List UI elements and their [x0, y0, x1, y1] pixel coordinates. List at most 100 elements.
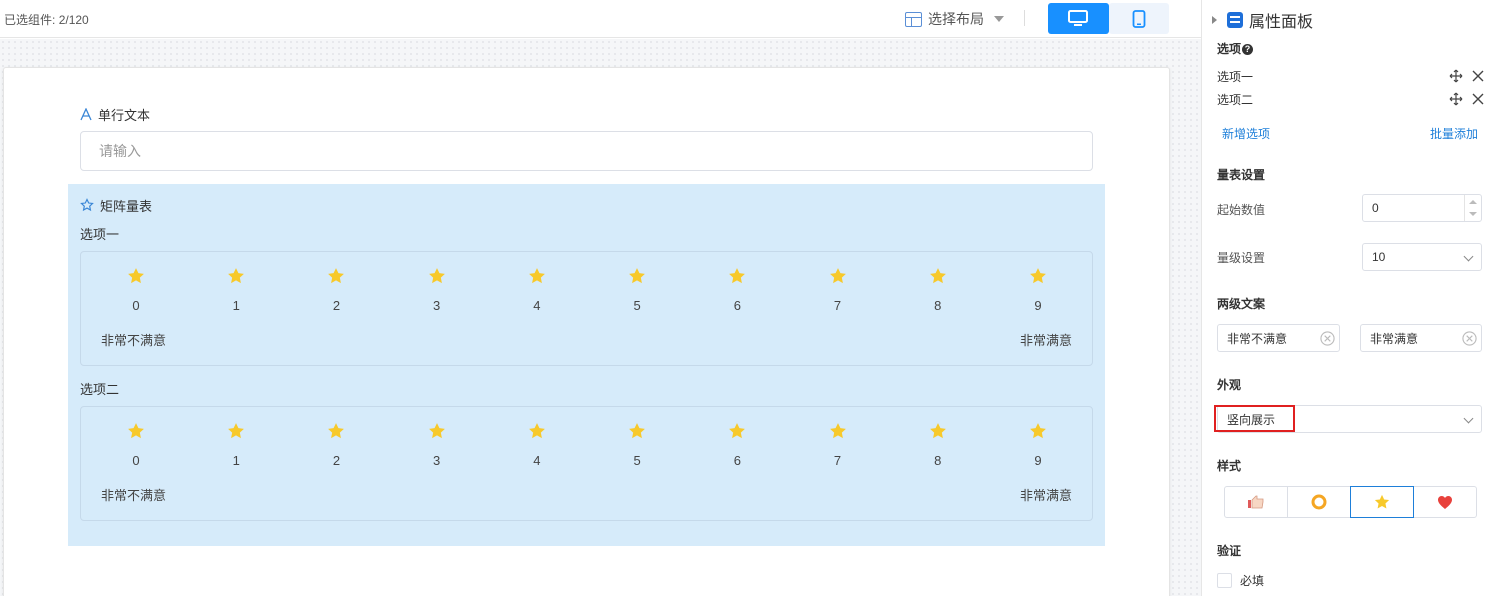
scale-option[interactable]: 3 — [422, 421, 452, 468]
star-icon — [328, 423, 345, 439]
star-icon — [528, 268, 545, 284]
panel-title: 属性面板 — [1249, 14, 1314, 31]
start-value-input[interactable]: 0 — [1362, 194, 1482, 222]
star-icon — [128, 268, 144, 284]
scale-option[interactable]: 1 — [221, 266, 251, 313]
drag-handle-icon[interactable] — [1449, 92, 1463, 106]
star-icon — [729, 423, 746, 439]
clear-icon[interactable] — [1462, 331, 1477, 346]
matrix-scale-field[interactable]: 矩阵量表 选项一 0 1 2 3 4 5 6 7 8 9 非常不满意 非常满意 选项二 0 1 2 3 4… — [68, 184, 1105, 546]
scale-option[interactable]: 8 — [923, 266, 953, 313]
scale-value: 3 — [433, 298, 441, 313]
batch-add-link[interactable]: 批量添加 — [1430, 125, 1478, 142]
appearance-select[interactable]: 竖向展示 — [1217, 405, 1482, 433]
scale-option[interactable]: 7 — [823, 266, 853, 313]
required-checkbox[interactable] — [1217, 573, 1232, 588]
scale-option[interactable]: 1 — [221, 421, 251, 468]
star-icon — [829, 268, 846, 284]
scale-option[interactable]: 5 — [622, 266, 652, 313]
high-text-input[interactable]: 非常满意 — [1360, 324, 1482, 352]
scale-value: 7 — [833, 453, 842, 468]
option-label: 选项二 — [1217, 92, 1254, 107]
drag-handle-icon[interactable] — [1449, 69, 1463, 83]
selected-components-count: 已选组件: 2/120 — [4, 11, 89, 28]
star-icon — [629, 268, 646, 284]
mobile-view-button[interactable] — [1108, 3, 1169, 34]
scale-value: 0 — [132, 453, 140, 468]
scale-value: 5 — [633, 453, 641, 468]
scale-option[interactable]: 9 — [1023, 421, 1053, 468]
text-input[interactable]: 请输入 — [80, 131, 1093, 171]
level-select[interactable]: 10 — [1362, 243, 1482, 271]
scale-option[interactable]: 5 — [622, 421, 652, 468]
caret-down-icon — [994, 16, 1004, 22]
spin-down-icon[interactable] — [1469, 212, 1477, 216]
style-title: 样式 — [1217, 459, 1242, 473]
star-icon — [929, 423, 946, 439]
scale-option[interactable]: 6 — [722, 266, 752, 313]
star-icon — [929, 268, 946, 284]
scale-option[interactable]: 0 — [121, 266, 151, 313]
scale-value: 5 — [633, 298, 641, 313]
scale-option[interactable]: 4 — [522, 266, 552, 313]
add-option-link[interactable]: 新增选项 — [1222, 125, 1270, 142]
star-icon — [1030, 423, 1046, 439]
star-icon — [1374, 494, 1390, 509]
scale-option[interactable]: 7 — [823, 421, 853, 468]
high-text-value: 非常满意 — [1370, 331, 1419, 346]
close-icon[interactable] — [1471, 92, 1485, 106]
matrix-field-label-text: 矩阵量表 — [100, 198, 153, 214]
style-ring-button[interactable] — [1287, 486, 1351, 518]
layout-select[interactable]: 选择布局 — [905, 9, 1004, 29]
ring-icon — [1311, 494, 1327, 510]
clear-icon[interactable] — [1320, 331, 1335, 346]
selected-value: 2/120 — [58, 13, 89, 27]
star-outline-icon — [80, 198, 94, 212]
scale-option[interactable]: 3 — [422, 266, 452, 313]
option-item: 选项二 — [1217, 90, 1485, 108]
scale-option[interactable]: 8 — [923, 421, 953, 468]
scale-option[interactable]: 4 — [522, 421, 552, 468]
spin-up-icon[interactable] — [1469, 200, 1477, 204]
start-value-text: 0 — [1372, 201, 1379, 215]
panel-header[interactable]: 属性面板 — [1212, 8, 1313, 32]
star-icon — [729, 268, 746, 284]
required-checkbox-row[interactable]: 必填 — [1217, 572, 1264, 589]
style-heart-button[interactable] — [1413, 486, 1477, 518]
style-star-button[interactable] — [1350, 486, 1414, 518]
scale-option[interactable]: 6 — [722, 421, 752, 468]
scale-option[interactable]: 9 — [1023, 266, 1053, 313]
style-thumb-button[interactable] — [1224, 486, 1288, 518]
scale-value: 4 — [533, 298, 541, 313]
low-text-input[interactable]: 非常不满意 — [1217, 324, 1340, 352]
desktop-view-button[interactable] — [1048, 3, 1109, 34]
matrix-field-label: 矩阵量表 — [80, 196, 1093, 214]
star-icon — [528, 423, 545, 439]
help-icon[interactable]: ? — [1242, 44, 1254, 55]
canvas-toolbar: 已选组件: 2/120 选择布局 — [0, 0, 1201, 38]
single-line-text-field[interactable]: 单行文本 请输入 — [80, 105, 1094, 171]
start-value-label: 起始数值 — [1217, 203, 1266, 217]
matrix-row-title: 选项二 — [80, 382, 120, 397]
scale-high-label: 非常满意 — [1019, 488, 1072, 503]
close-icon[interactable] — [1471, 69, 1485, 83]
matrix-row-title: 选项一 — [80, 227, 120, 242]
star-icon — [328, 268, 345, 284]
scale-value: 3 — [433, 453, 441, 468]
star-icon — [1030, 268, 1046, 284]
options-section-title: 选项? — [1217, 40, 1254, 57]
toolbar-divider — [1024, 10, 1025, 26]
scale-option[interactable]: 2 — [321, 266, 351, 313]
number-spinner[interactable] — [1464, 195, 1481, 221]
style-button-group — [1224, 486, 1477, 518]
layout-select-label: 选择布局 — [928, 11, 984, 27]
scale-value: 6 — [733, 453, 741, 468]
caret-right-icon — [1212, 16, 1217, 24]
scale-value: 8 — [934, 298, 942, 313]
chevron-down-icon — [1463, 413, 1474, 424]
validation-title: 验证 — [1217, 544, 1242, 558]
scale-option[interactable]: 0 — [121, 421, 151, 468]
layout-icon — [905, 11, 922, 27]
scale-option[interactable]: 2 — [321, 421, 351, 468]
scale-value: 9 — [1034, 453, 1042, 468]
